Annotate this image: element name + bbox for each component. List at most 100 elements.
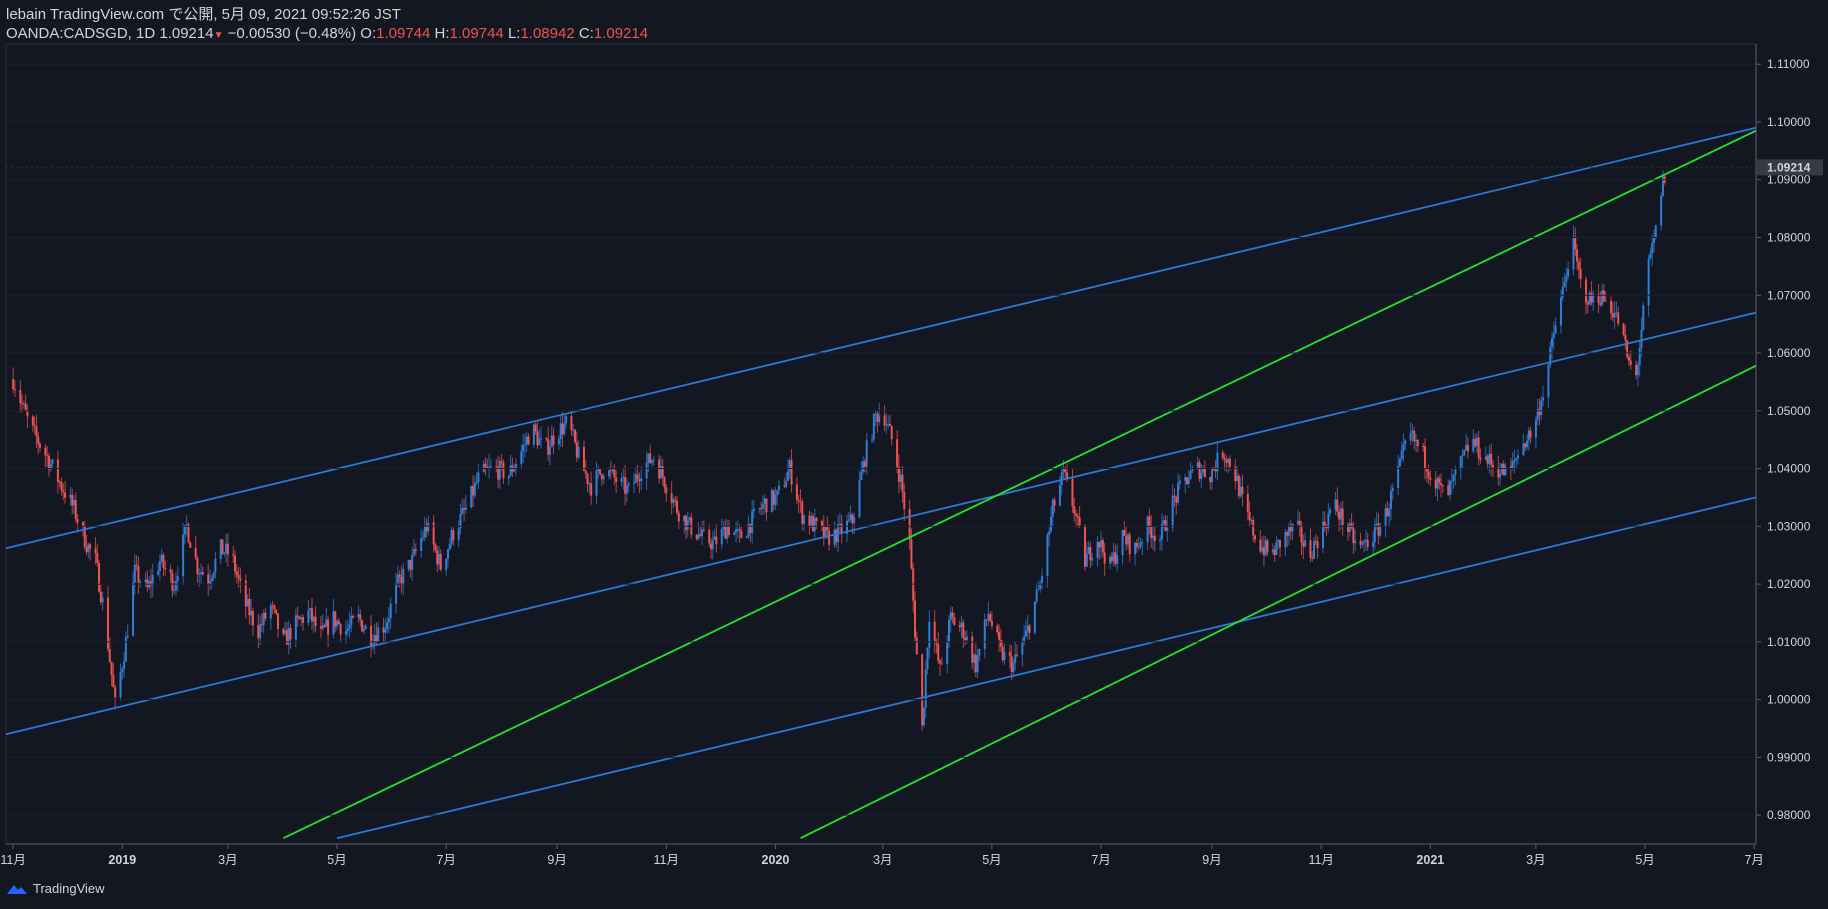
candle-body [176,576,179,582]
candle-body [1259,539,1262,552]
candle-body [1028,625,1031,633]
candle-body [636,474,639,480]
candle-body [572,429,575,431]
candle-body [473,482,476,496]
candle-body [114,687,117,698]
candle-body [760,508,763,510]
price-chart[interactable]: 1.110001.100001.090001.080001.070001.060… [0,0,1828,909]
y-tick-label: 1.06000 [1767,346,1811,360]
candle-body [720,528,723,545]
candle-body [1452,474,1455,481]
candle-body [275,609,278,614]
candle-body [219,539,222,559]
candle-body [785,481,788,487]
candle-body [498,461,501,480]
candle-body [971,636,974,663]
candle-body [139,582,142,584]
candle-body [1635,364,1638,376]
tradingview-logo[interactable]: TradingView [6,881,105,896]
candle-body [296,615,299,618]
candle-body [1085,553,1088,567]
candle-body [896,439,899,467]
candle-body [1021,642,1024,655]
candle-body [1126,534,1129,545]
candle-body [976,655,979,673]
candle-body [1509,466,1512,469]
candle-body [352,615,355,618]
candle-body [414,549,417,552]
candle-body [1010,655,1013,673]
last-price-label: 1.09214 [1767,160,1811,174]
candle-body [427,522,430,532]
candle-body [1291,523,1294,532]
candle-body [683,515,686,522]
candle-body [1423,446,1426,469]
candle-body [1109,556,1112,564]
candle-body [373,635,376,644]
candle-body [1561,287,1564,298]
candle-body [273,605,276,610]
candle-body [423,526,426,538]
candle-body [1529,430,1532,438]
candle-body [1121,530,1124,556]
candle-body [285,630,288,645]
candle-body [169,569,172,574]
candle-body [527,436,530,445]
candle-body [71,495,74,506]
candle-body [738,528,741,532]
candle-body [901,474,904,493]
candle-body [1248,511,1251,521]
candle-body [947,620,950,642]
candle-body [1159,539,1162,541]
candle-body [370,625,373,647]
candle-body [434,544,437,551]
candle-body [126,635,129,638]
candle-body [887,423,890,425]
candle-body [778,485,781,491]
candle-body [801,501,804,524]
candle-body [51,459,54,465]
candle-body [76,518,79,523]
candle-body [1125,536,1128,545]
candle-body [740,531,743,538]
candle-body [1636,364,1639,376]
candle-body [727,526,730,535]
candle-body [552,435,555,445]
candle-body [872,414,875,440]
candle-body [933,621,936,641]
candle-body [595,470,598,496]
candle-body [1116,555,1119,564]
candle-body [425,526,428,532]
candle-body [1613,313,1616,318]
candle-body [346,628,349,631]
price-axis: 1.110001.100001.090001.080001.070001.060… [6,57,1811,822]
plot-frame [5,43,1757,845]
candle-body [1429,477,1432,480]
x-tick-label: 3月 [218,853,237,867]
candle-body [1300,525,1303,543]
candle-body [382,627,385,633]
candle-body [309,608,312,611]
candle-body [939,660,942,664]
candle-body [208,581,211,584]
candle-body [1422,445,1425,447]
candle-body [1033,601,1036,633]
candle-body [69,495,72,498]
candle-body [1409,433,1412,441]
candle-body [26,410,29,417]
x-tick-label: 7月 [1744,853,1763,867]
candle-body [620,477,623,482]
candle-body [1411,430,1414,434]
candle-body [1624,334,1627,341]
candle-body [1049,516,1052,532]
candle-body [262,612,265,625]
candle-body [259,624,262,639]
candle-body [1139,542,1142,547]
candle-body [146,579,149,588]
candle-body [196,557,199,575]
candle-body [915,637,918,655]
candle-body [402,569,405,586]
candle-body [650,460,653,464]
candle-body [409,560,412,571]
candle-body [1271,549,1274,553]
